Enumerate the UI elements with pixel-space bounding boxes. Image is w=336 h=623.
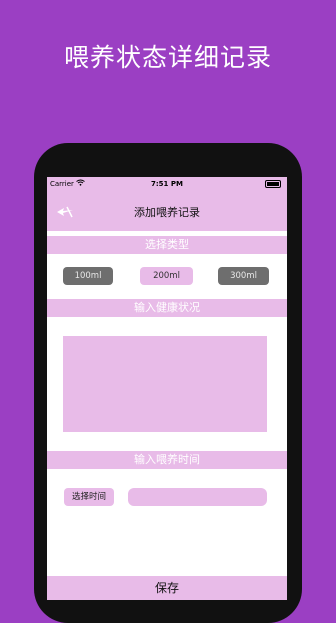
time-section-header: 输入喂养时间 [47, 451, 287, 469]
battery-icon [265, 180, 281, 188]
option-300ml-button[interactable]: 300ml [218, 267, 269, 285]
health-status-input[interactable] [63, 336, 267, 432]
status-time: 7:51 PM [151, 180, 183, 188]
option-200ml-button[interactable]: 200ml [140, 267, 193, 285]
nav-bar: 添加喂养记录 [47, 191, 287, 231]
select-time-button[interactable]: 选择时间 [64, 488, 114, 506]
phone-screen: Carrier 7:51 PM 添加喂养记录 选择类型 100ml 200ml … [47, 177, 287, 600]
health-section-header: 输入健康状况 [47, 299, 287, 317]
save-button[interactable]: 保存 [47, 576, 287, 600]
promo-headline: 喂养状态详细记录 [63, 43, 272, 72]
status-bar: Carrier 7:51 PM [47, 177, 287, 191]
page-title: 添加喂养记录 [134, 206, 200, 219]
feeding-time-field[interactable] [128, 488, 267, 506]
option-100ml-button[interactable]: 100ml [63, 267, 113, 285]
type-section-header: 选择类型 [47, 236, 287, 254]
